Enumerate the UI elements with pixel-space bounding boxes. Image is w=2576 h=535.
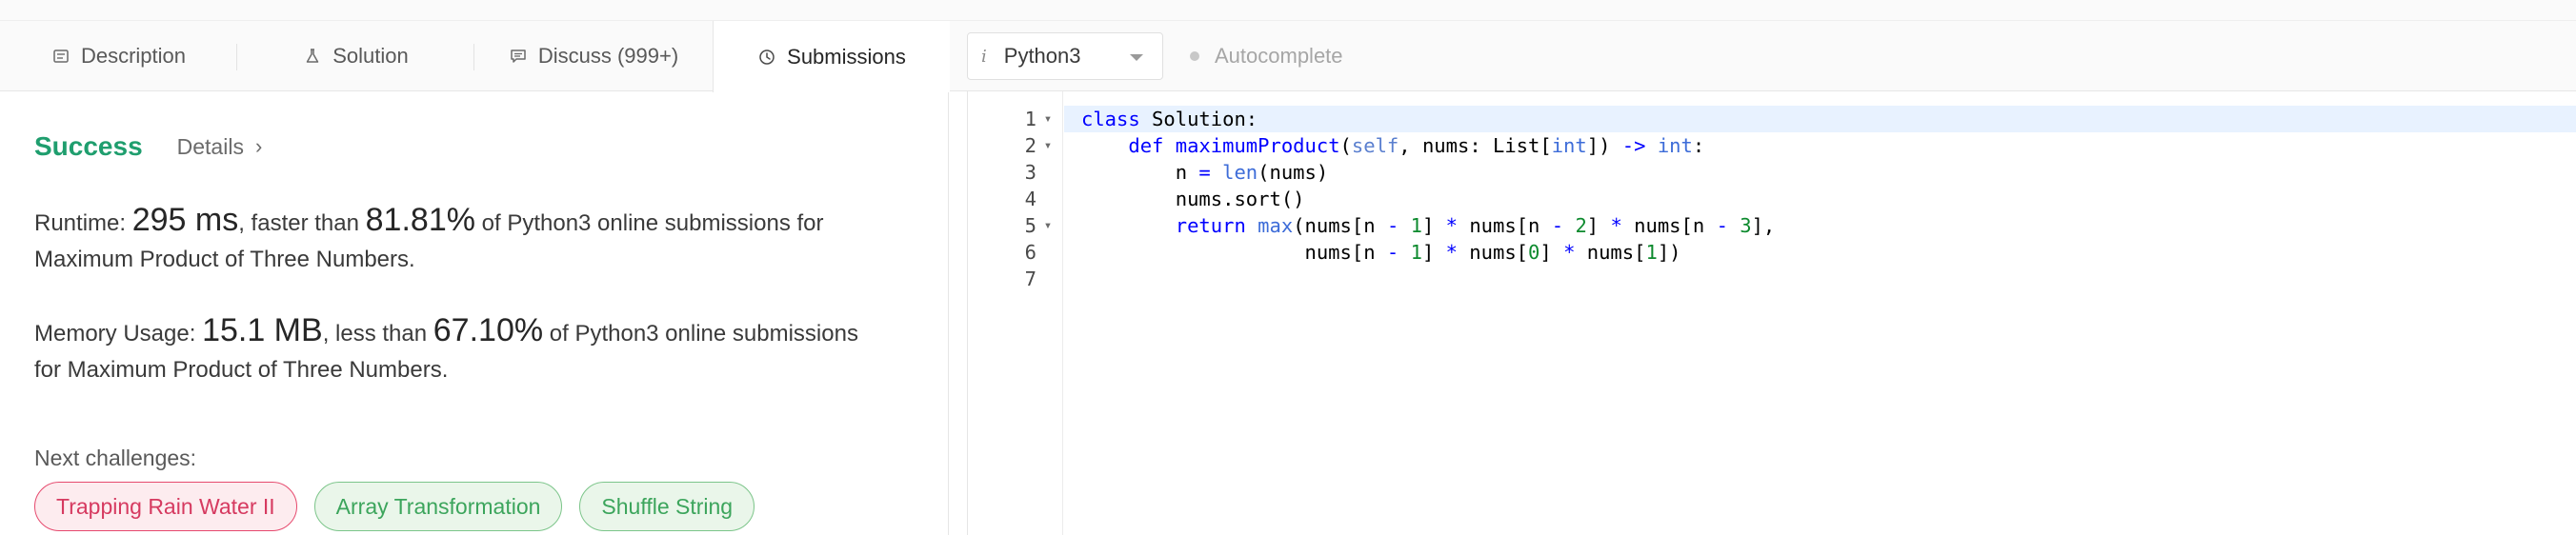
fold-toggle-icon[interactable]: ▾ — [1040, 106, 1056, 132]
tab-solution[interactable]: Solution — [237, 21, 473, 91]
runtime-label: Runtime: — [34, 210, 127, 236]
line-number: 5 — [1024, 214, 1036, 237]
runtime-comparison: , faster than — [238, 210, 359, 236]
code-line: 1 ▾ class Solution: — [968, 106, 2576, 132]
runtime-stat: Runtime: 295 ms, faster than 81.81% of P… — [34, 202, 920, 278]
problem-tabs: Description Solution Discuss (999+) Subm… — [0, 21, 949, 92]
code-line: 2 ▾ def maximumProduct(self, nums: List[… — [968, 132, 2576, 159]
flask-icon — [302, 46, 323, 67]
details-label: Details — [176, 133, 244, 159]
info-icon: i — [981, 46, 987, 67]
language-select[interactable]: i Python3 — [967, 32, 1163, 80]
tab-submissions[interactable]: Submissions — [713, 21, 949, 92]
description-icon — [50, 46, 71, 67]
memory-comparison: , less than — [322, 321, 428, 347]
next-challenges-label: Next challenges: — [34, 446, 197, 470]
code-line: 5 ▾ return max(nums[n - 1] * nums[n - 2]… — [968, 212, 2576, 239]
memory-label: Memory Usage: — [34, 321, 196, 347]
code-text: def maximumProduct(self, nums: List[int]… — [1128, 134, 1705, 157]
code-text: nums[n - 1] * nums[0] * nums[1]) — [1081, 241, 1681, 264]
code-text: nums.sort() — [1081, 188, 1305, 210]
memory-stat: Memory Usage: 15.1 MB, less than 67.10% … — [34, 312, 920, 388]
next-challenges: Trapping Rain Water II Array Transformat… — [34, 482, 755, 531]
code-line: 7 — [968, 266, 2576, 292]
memory-suffix-line2: for Maximum Product of Three Numbers. — [34, 357, 449, 383]
editor-toolbar: i Python3 Autocomplete — [950, 21, 2576, 91]
caret-down-icon — [1130, 54, 1143, 61]
fold-toggle-icon[interactable]: ▾ — [1040, 212, 1056, 239]
problem-pane: Description Solution Discuss (999+) Subm… — [0, 21, 949, 535]
tab-label: Discuss (999+) — [537, 44, 679, 68]
tab-description[interactable]: Description — [0, 21, 236, 91]
code-line: 4 nums.sort() — [968, 186, 2576, 212]
autocomplete-label: Autocomplete — [1215, 44, 1343, 68]
comment-icon — [508, 46, 529, 67]
code-text: return max(nums[n - 1] * nums[n - 2] * n… — [1175, 214, 1776, 237]
challenge-trapping-rain-water-ii[interactable]: Trapping Rain Water II — [34, 482, 297, 531]
code-line: 6 nums[n - 1] * nums[0] * nums[1]) — [968, 239, 2576, 266]
runtime-value: 295 ms — [131, 202, 239, 238]
tab-discuss[interactable]: Discuss (999+) — [474, 21, 712, 91]
tab-label: Solution — [332, 44, 409, 68]
memory-value: 15.1 MB — [202, 312, 323, 348]
submission-result: Success Details › — [34, 131, 262, 162]
autocomplete-toggle[interactable]: Autocomplete — [1190, 32, 1343, 80]
runtime-suffix: of Python3 online submissions for — [481, 210, 824, 236]
challenge-array-transformation[interactable]: Array Transformation — [313, 482, 563, 531]
status-success: Success — [34, 131, 143, 161]
line-number: 4 — [1024, 188, 1036, 210]
details-link[interactable]: Details › — [177, 134, 263, 160]
line-number: 7 — [1024, 268, 1036, 290]
fold-toggle-icon[interactable]: ▾ — [1040, 132, 1056, 159]
code-line: 3 n = len(nums) — [968, 159, 2576, 186]
clock-icon — [756, 47, 777, 68]
memory-percent: 67.10% — [433, 312, 544, 348]
chevron-right-icon: › — [254, 134, 263, 158]
code-text: class Solution: — [1064, 106, 2576, 132]
editor-pane: i Python3 Autocomplete 1 ▾ class Solutio… — [950, 21, 2576, 535]
top-strip — [0, 0, 2576, 21]
code-text: n = len(nums) — [1081, 161, 1329, 184]
line-number: 2 — [1024, 134, 1036, 157]
line-number: 6 — [1024, 241, 1036, 264]
line-number: 3 — [1024, 161, 1036, 184]
memory-suffix: of Python3 online submissions — [549, 321, 858, 347]
challenge-shuffle-string[interactable]: Shuffle String — [579, 482, 755, 531]
runtime-percent: 81.81% — [365, 202, 475, 238]
line-number: 1 — [1024, 108, 1036, 130]
tab-label: Submissions — [787, 44, 906, 69]
language-value: Python3 — [1003, 44, 1081, 68]
code-editor[interactable]: 1 ▾ class Solution: 2 ▾ def maximumProdu… — [967, 91, 2576, 535]
tab-label: Description — [80, 44, 187, 68]
runtime-suffix-line2: Maximum Product of Three Numbers. — [34, 247, 415, 272]
toggle-dot-icon — [1190, 51, 1199, 61]
